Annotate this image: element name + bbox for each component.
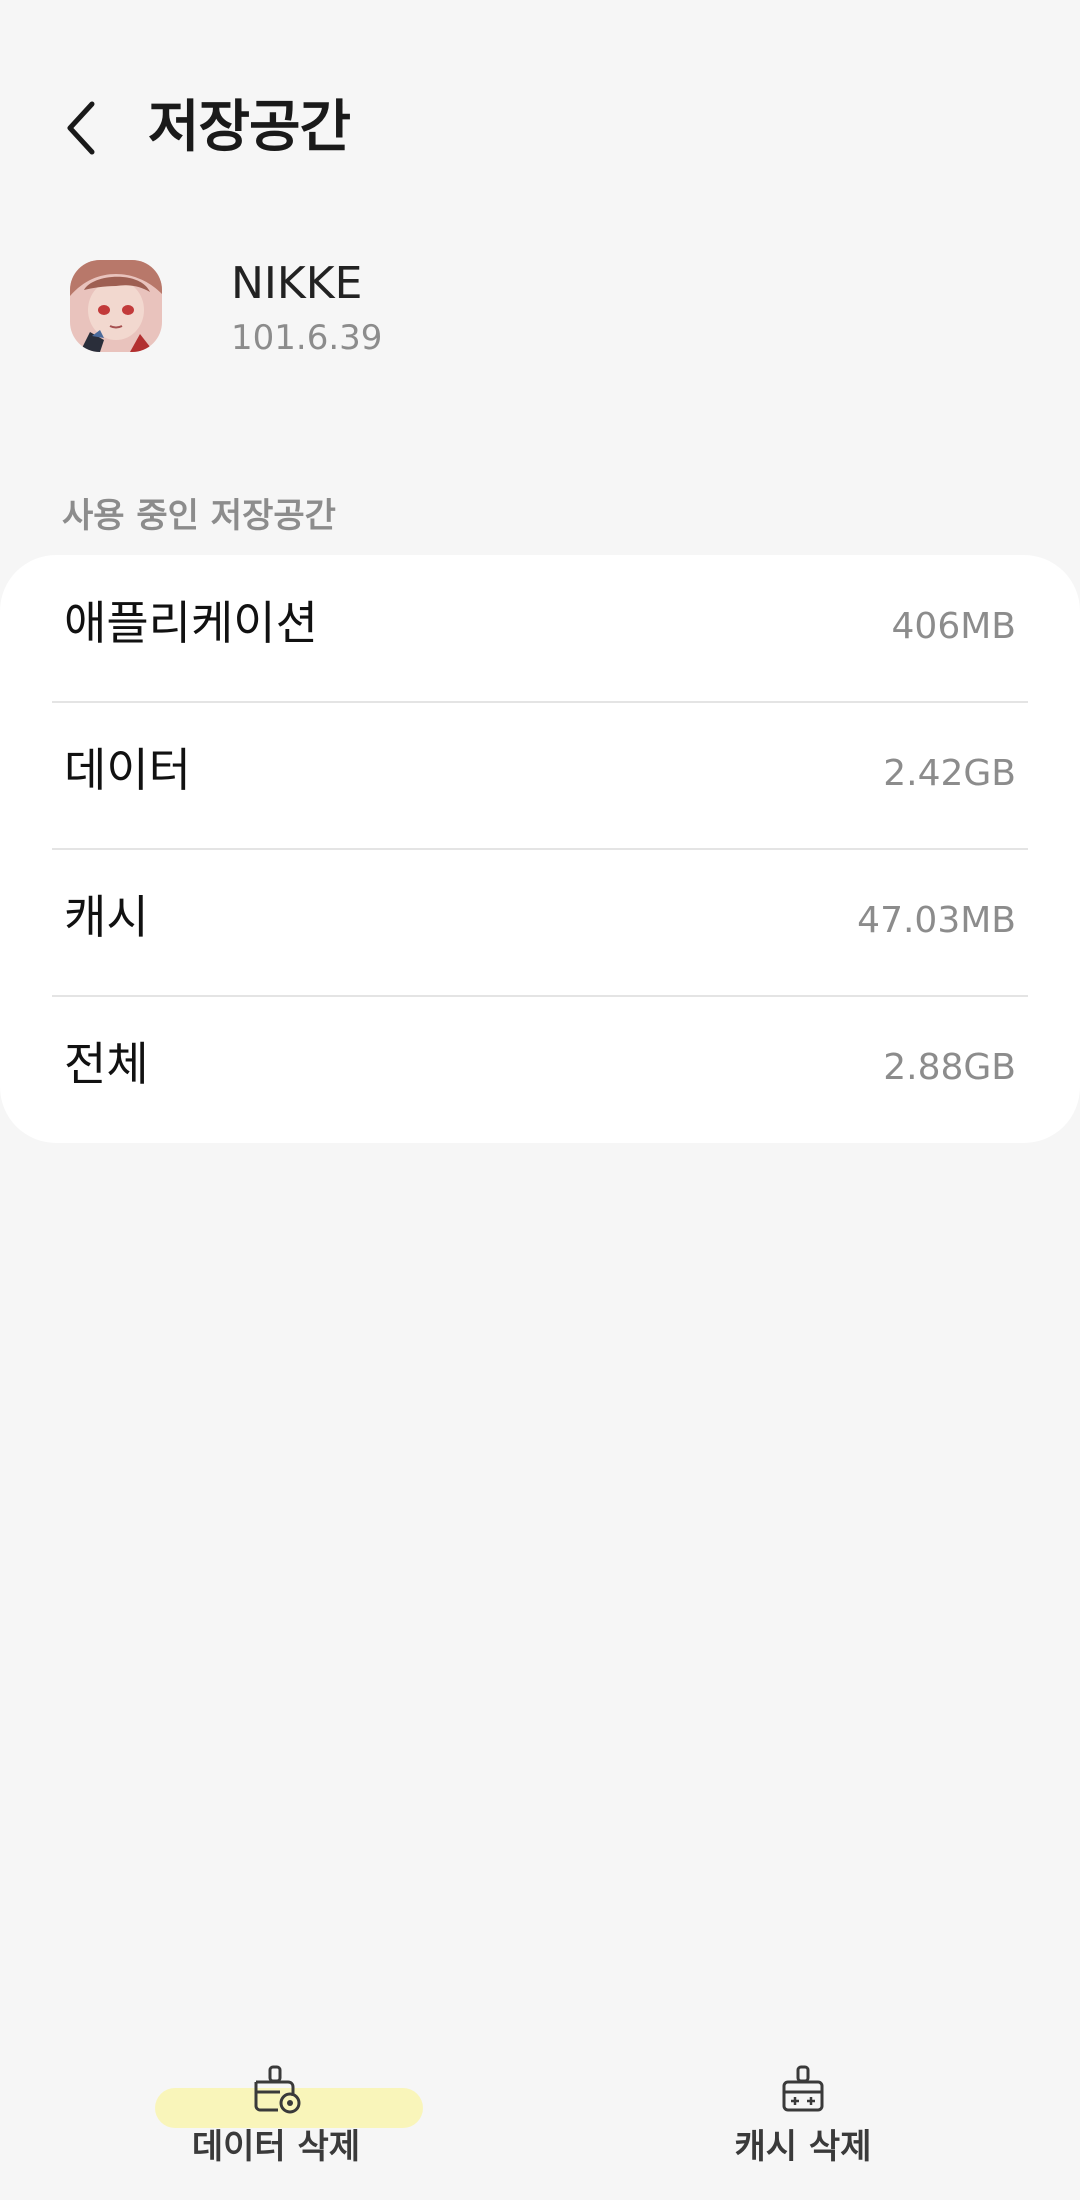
clear-cache-label: 캐시 삭제 bbox=[734, 2127, 872, 2167]
page-title: 저장공간 bbox=[148, 95, 351, 160]
app-icon bbox=[70, 260, 162, 352]
header: 저장공간 bbox=[0, 88, 1080, 168]
storage-row-total: 전체 2.88GB bbox=[0, 996, 1080, 1143]
row-label: 애플리케이션 bbox=[64, 596, 318, 650]
row-label: 캐시 bbox=[64, 890, 149, 944]
app-version: 101.6.39 bbox=[231, 318, 383, 358]
app-name: NIKKE bbox=[231, 258, 363, 309]
clear-data-label: 데이터 삭제 bbox=[191, 2127, 361, 2167]
storage-row-application: 애플리케이션 406MB bbox=[0, 555, 1080, 702]
clear-data-icon bbox=[254, 2065, 301, 2114]
row-value: 2.42GB bbox=[883, 753, 1016, 794]
clear-cache-button[interactable]: 캐시 삭제 bbox=[653, 2040, 953, 2180]
storage-row-data: 데이터 2.42GB bbox=[0, 702, 1080, 849]
clear-cache-icon bbox=[782, 2065, 824, 2112]
row-value: 47.03MB bbox=[857, 900, 1016, 941]
row-label: 데이터 bbox=[64, 743, 191, 797]
row-label: 전체 bbox=[64, 1037, 149, 1091]
storage-card: 애플리케이션 406MB 데이터 2.42GB 캐시 47.03MB 전체 2.… bbox=[0, 555, 1080, 1143]
storage-screen: 저장공간 NIKKE 101.6.39 사용 중인 저장공간 애플리케이션 40… bbox=[0, 0, 1080, 2200]
section-title: 사용 중인 저장공간 bbox=[62, 496, 336, 536]
bottom-action-bar: 데이터 삭제 캐시 삭제 bbox=[0, 2040, 1080, 2180]
storage-row-cache: 캐시 47.03MB bbox=[0, 849, 1080, 996]
row-value: 406MB bbox=[891, 606, 1016, 647]
back-button[interactable] bbox=[50, 96, 114, 160]
clear-data-button[interactable]: 데이터 삭제 bbox=[126, 2040, 426, 2180]
app-info: NIKKE 101.6.39 bbox=[0, 258, 1080, 358]
chevron-left-icon bbox=[67, 101, 95, 155]
row-value: 2.88GB bbox=[883, 1047, 1016, 1088]
